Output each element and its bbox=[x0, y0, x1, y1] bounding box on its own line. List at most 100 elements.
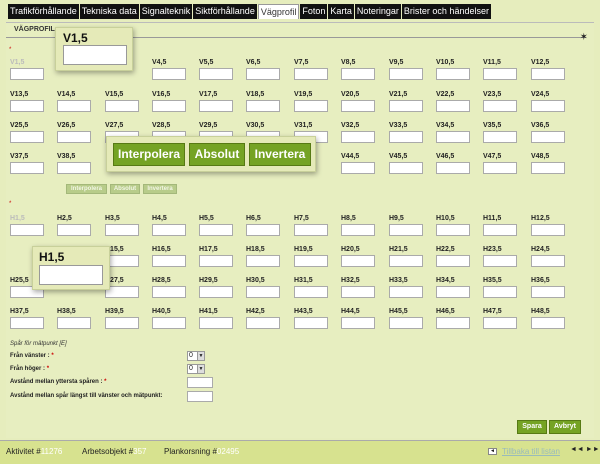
cancel-button[interactable]: Avbryt bbox=[549, 420, 581, 434]
h-profile-input[interactable] bbox=[105, 255, 139, 267]
v-profile-input[interactable] bbox=[294, 68, 328, 80]
tab-0[interactable]: Trafikförhållande bbox=[8, 4, 79, 19]
h-profile-input[interactable] bbox=[152, 317, 186, 329]
h-profile-input[interactable] bbox=[341, 255, 375, 267]
tab-3[interactable]: Siktförhållande bbox=[193, 4, 257, 19]
v-profile-input[interactable] bbox=[389, 68, 423, 80]
h-profile-input[interactable] bbox=[246, 255, 280, 267]
v-profile-input[interactable] bbox=[199, 68, 233, 80]
h-profile-input[interactable] bbox=[199, 286, 233, 298]
h-profile-input[interactable] bbox=[483, 255, 517, 267]
h-profile-input[interactable] bbox=[152, 224, 186, 236]
v-profile-input[interactable] bbox=[152, 100, 186, 112]
tab-8[interactable]: Brister och händelser bbox=[401, 4, 491, 19]
h-profile-input[interactable] bbox=[294, 317, 328, 329]
h-profile-input[interactable] bbox=[294, 286, 328, 298]
h-profile-input[interactable] bbox=[531, 317, 565, 329]
absolute-button[interactable]: Absolut bbox=[110, 184, 140, 194]
v-profile-input[interactable] bbox=[389, 162, 423, 174]
v-profile-input[interactable] bbox=[57, 131, 91, 143]
h-profile-input[interactable] bbox=[341, 224, 375, 236]
save-button[interactable]: Spara bbox=[517, 420, 547, 434]
v-profile-input[interactable] bbox=[483, 100, 517, 112]
absolute-button-zoomed[interactable]: Absolut bbox=[189, 143, 245, 166]
v-profile-input[interactable] bbox=[10, 100, 44, 112]
h-profile-input[interactable] bbox=[436, 224, 470, 236]
v-profile-input[interactable] bbox=[246, 100, 280, 112]
back-to-list-link[interactable]: Tillbaka till listan bbox=[502, 447, 560, 456]
h-profile-input[interactable] bbox=[436, 255, 470, 267]
from-left-select[interactable]: 0 ▼ bbox=[187, 351, 205, 361]
v-profile-input[interactable] bbox=[483, 162, 517, 174]
h-profile-input[interactable] bbox=[294, 224, 328, 236]
tab-1[interactable]: Tekniska data bbox=[79, 4, 139, 19]
h-profile-input[interactable] bbox=[10, 317, 44, 329]
v-profile-input[interactable] bbox=[57, 100, 91, 112]
v-profile-input[interactable] bbox=[436, 162, 470, 174]
v-profile-input[interactable] bbox=[531, 68, 565, 80]
h-profile-input[interactable] bbox=[483, 317, 517, 329]
from-right-select[interactable]: 0 ▼ bbox=[187, 364, 205, 374]
h-profile-input[interactable] bbox=[199, 317, 233, 329]
h-profile-input[interactable] bbox=[436, 286, 470, 298]
h-profile-input[interactable] bbox=[436, 317, 470, 329]
h-profile-input[interactable] bbox=[246, 224, 280, 236]
h-profile-input[interactable] bbox=[341, 286, 375, 298]
v-profile-input[interactable] bbox=[105, 100, 139, 112]
h-profile-input[interactable] bbox=[57, 317, 91, 329]
h-profile-input[interactable] bbox=[389, 286, 423, 298]
h-profile-input[interactable] bbox=[105, 317, 139, 329]
record-nav-icon[interactable]: ◄◄ ►► bbox=[570, 446, 600, 453]
pin-icon[interactable]: ✶ bbox=[580, 32, 588, 43]
v-profile-input[interactable] bbox=[199, 100, 233, 112]
tab-5[interactable]: Foton bbox=[300, 4, 328, 19]
h-profile-input[interactable] bbox=[531, 286, 565, 298]
v1-zoom-input[interactable] bbox=[63, 45, 127, 65]
v-profile-input[interactable] bbox=[389, 131, 423, 143]
v-profile-input[interactable] bbox=[531, 100, 565, 112]
tab-6[interactable]: Karta bbox=[328, 4, 354, 19]
h-profile-input[interactable] bbox=[105, 224, 139, 236]
h-profile-input[interactable] bbox=[105, 286, 139, 298]
v-profile-input[interactable] bbox=[531, 131, 565, 143]
h-profile-input[interactable] bbox=[483, 286, 517, 298]
v-profile-input[interactable] bbox=[246, 68, 280, 80]
interpolate-button[interactable]: Interpolera bbox=[66, 184, 107, 194]
v-profile-input[interactable] bbox=[294, 100, 328, 112]
v-profile-input[interactable] bbox=[436, 100, 470, 112]
h-profile-input[interactable] bbox=[531, 224, 565, 236]
tab-7[interactable]: Noteringar bbox=[354, 4, 401, 19]
h-profile-input[interactable] bbox=[341, 317, 375, 329]
tab-2[interactable]: Signalteknik bbox=[139, 4, 193, 19]
v-profile-input[interactable] bbox=[57, 162, 91, 174]
back-icon[interactable]: ◄ bbox=[488, 448, 497, 455]
v-profile-input[interactable] bbox=[341, 162, 375, 174]
h-profile-input[interactable] bbox=[389, 224, 423, 236]
h-profile-input[interactable] bbox=[294, 255, 328, 267]
h-profile-input[interactable] bbox=[246, 317, 280, 329]
v-profile-input[interactable] bbox=[341, 100, 375, 112]
v-profile-input[interactable] bbox=[483, 131, 517, 143]
v-profile-input[interactable] bbox=[531, 162, 565, 174]
tab-4[interactable]: Vägprofil bbox=[257, 4, 300, 19]
invert-button[interactable]: Invertera bbox=[143, 184, 177, 194]
v-profile-input[interactable] bbox=[341, 68, 375, 80]
v-profile-input[interactable] bbox=[341, 131, 375, 143]
h-profile-input[interactable] bbox=[199, 255, 233, 267]
h-profile-input[interactable] bbox=[10, 224, 44, 236]
distance-left-input[interactable] bbox=[187, 391, 213, 402]
v-profile-input[interactable] bbox=[152, 68, 186, 80]
v-profile-input[interactable] bbox=[436, 68, 470, 80]
h1-zoom-input[interactable] bbox=[39, 265, 103, 285]
v-profile-input[interactable] bbox=[10, 131, 44, 143]
v-profile-input[interactable] bbox=[10, 162, 44, 174]
h-profile-input[interactable] bbox=[389, 317, 423, 329]
h-profile-input[interactable] bbox=[152, 286, 186, 298]
invert-button-zoomed[interactable]: Invertera bbox=[249, 143, 311, 166]
h-profile-input[interactable] bbox=[483, 224, 517, 236]
h-profile-input[interactable] bbox=[531, 255, 565, 267]
h-profile-input[interactable] bbox=[246, 286, 280, 298]
h-profile-input[interactable] bbox=[152, 255, 186, 267]
v-profile-input[interactable] bbox=[389, 100, 423, 112]
v-profile-input[interactable] bbox=[10, 68, 44, 80]
